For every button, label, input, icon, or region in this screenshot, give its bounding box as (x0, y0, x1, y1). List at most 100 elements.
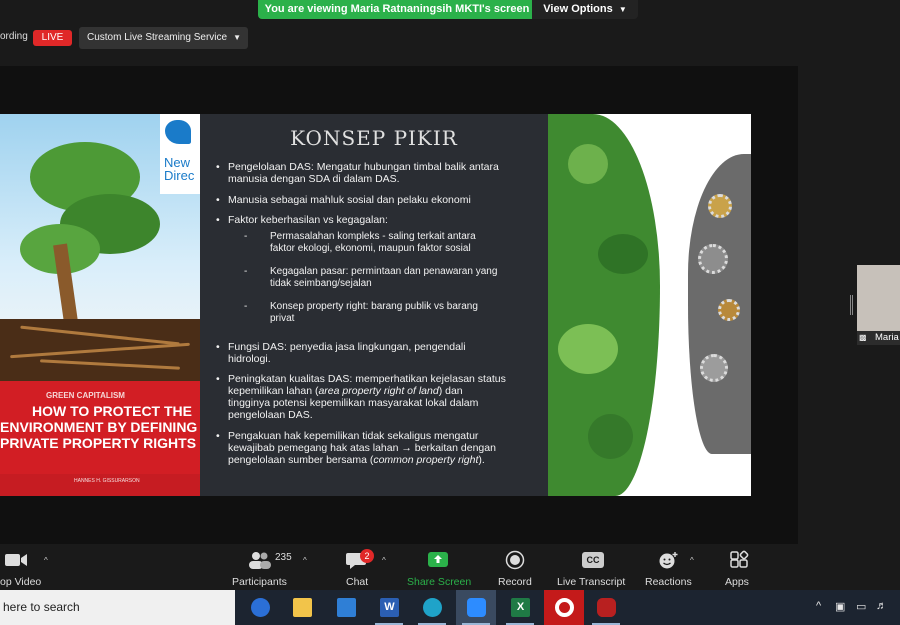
presentation-slide: New Direc GREEN CAPITALISM HOW TO PROTEC… (0, 114, 751, 496)
shared-screen: New Direc GREEN CAPITALISM HOW TO PROTEC… (0, 66, 798, 544)
bullet-text: pengelolaan sumber bersama ( (228, 454, 374, 466)
chevron-up-icon[interactable]: ^ (690, 556, 694, 565)
slide-bullet: • Peningkatan kualitas DAS: memperhatikan… (216, 373, 506, 385)
share-screen-label: Share Screen (407, 576, 472, 588)
taskbar-app-red[interactable] (586, 590, 626, 625)
bullet-text: Fungsi DAS: penyedia jasa lingkungan, pe… (228, 341, 466, 353)
taskbar-mail[interactable] (326, 590, 366, 625)
taskbar-search-box[interactable]: here to search (0, 590, 235, 625)
slide-title: KONSEP PIKIR (290, 126, 458, 150)
book-ground (0, 319, 200, 381)
taskbar-zoom[interactable] (456, 590, 496, 625)
network-icon[interactable]: ▣ (835, 600, 845, 613)
publisher-name: New Direc (164, 155, 195, 183)
bullet-text: Pengakuan hak kepemilikan tidak sekaligu… (228, 430, 479, 442)
live-stream-service-label: Custom Live Streaming Service (87, 32, 228, 43)
live-transcript-label: Live Transcript (557, 576, 626, 588)
participant-thumbnail[interactable]: ▩ Maria (857, 265, 900, 345)
taskbar-excel[interactable]: X (500, 590, 540, 625)
edge-icon (423, 598, 442, 617)
battery-icon[interactable]: ▭ (856, 600, 866, 613)
chevron-up-icon[interactable]: ^ (44, 556, 48, 565)
live-stream-service-dropdown[interactable]: Custom Live Streaming Service ▼ (79, 27, 248, 49)
gear-icon (698, 244, 728, 274)
bird-icon (165, 120, 191, 144)
subbullet-text: Konsep property right: barang publik vs … (270, 301, 478, 312)
participants-label: Participants (232, 576, 287, 588)
viewing-banner: You are viewing Maria Ratnaningsih MKTI'… (258, 0, 638, 19)
app-icon (597, 598, 616, 617)
chevron-up-icon[interactable]: ^ (382, 556, 386, 565)
live-badge[interactable]: LIVE (33, 30, 72, 46)
live-transcript-button[interactable]: CC Live Transcript (555, 548, 630, 588)
viewing-banner-text: You are viewing Maria Ratnaningsih MKTI'… (258, 0, 532, 19)
slide-bullet-cont: pengelolaan DAS. (228, 409, 313, 421)
leaf-spot (598, 234, 648, 274)
chat-button[interactable]: 2 ^ Chat (340, 548, 395, 588)
slide-bullet: • Faktor keberhasilan vs kegagalan: (216, 214, 388, 226)
root-line (20, 325, 180, 346)
bullet-text: Peningkatan kualitas DAS: memperhatikan … (228, 373, 506, 385)
participants-button[interactable]: 235 ^ Participants (230, 548, 315, 588)
word-icon: W (380, 598, 399, 617)
speaker-icon[interactable]: ♬ (876, 600, 887, 612)
view-options-button[interactable]: View Options ▼ (532, 0, 638, 19)
tray-chevron-up-icon[interactable]: ^ (816, 600, 821, 612)
gear-icon (700, 354, 728, 382)
taskbar-edge[interactable] (412, 590, 452, 625)
record-button[interactable]: Record (492, 548, 537, 588)
closed-caption-icon: CC (582, 552, 604, 568)
bullet-text: ) dan (438, 385, 463, 397)
chat-badge: 2 (360, 549, 374, 563)
taskbar-word[interactable]: W (369, 590, 409, 625)
book-cover-image: New Direc GREEN CAPITALISM HOW TO PROTEC… (0, 114, 200, 496)
root-line (40, 359, 180, 370)
taskbar-opera[interactable] (544, 590, 584, 625)
slide-bullet: • Pengelolaan DAS: Mengatur hubungan timb… (216, 161, 499, 173)
slide-subbullet-cont: privat (270, 313, 295, 324)
excel-icon: X (511, 598, 530, 617)
taskbar-file-explorer[interactable] (282, 590, 322, 625)
participants-icon (249, 552, 271, 569)
slide-subbullet: - Kegagalan pasar: permintaan dan penawar… (244, 266, 498, 277)
leaf-spot (588, 414, 633, 459)
stop-video-button[interactable]: ^ op Video (0, 548, 60, 588)
record-icon (505, 550, 525, 570)
recording-label: ording (0, 31, 28, 42)
participants-count: 235 (275, 552, 292, 563)
slide-subbullet: - Permasalahan kompleks - saling terkait … (244, 231, 476, 242)
slide-bullet: • Pengakuan hak kepemilikan tidak sekalig… (216, 430, 479, 442)
gear-icon (708, 194, 732, 218)
slide-subbullet-cont: faktor ekologi, ekonomi, maupun faktor s… (270, 243, 471, 254)
view-options-label: View Options (543, 3, 613, 15)
bullet-text: Manusia sebagai mahluk sosial dan pelaku… (228, 194, 471, 206)
folder-icon (293, 598, 312, 617)
caret-down-icon: ▼ (233, 33, 241, 42)
bird-app-icon (251, 598, 270, 617)
panel-resize-handle[interactable] (850, 295, 853, 315)
reactions-button[interactable]: ^ Reactions (642, 548, 702, 588)
slide-subbullet: - Konsep property right: barang publik vs… (244, 301, 478, 312)
slide-bullet-cont: kepemilikan lahan (area property right o… (228, 385, 463, 397)
taskbar-app-bird[interactable] (240, 590, 280, 625)
faces-illustration (548, 114, 751, 496)
apps-button[interactable]: Apps (722, 548, 757, 588)
record-label: Record (498, 576, 532, 588)
slide-bullet-cont: tingginya potensi kepemilikan masyarakat… (228, 397, 479, 409)
bullet-text: kepemilikan lahan ( (228, 385, 319, 397)
taskbar-search-placeholder: here to search (3, 600, 80, 614)
root-line (10, 342, 190, 359)
share-screen-icon (428, 552, 448, 567)
signal-bars-icon: ▩ (859, 333, 867, 342)
windows-taskbar: here to search W X ^ ▣ ▭ ♬ (0, 590, 900, 625)
chevron-up-icon[interactable]: ^ (303, 556, 307, 565)
share-screen-button[interactable]: Share Screen (405, 548, 472, 588)
slide-bullet-cont: hidrologi. (228, 353, 271, 365)
slide-text-panel: KONSEP PIKIR • Pengelolaan DAS: Mengatur … (200, 114, 548, 496)
subbullet-text: Kegagalan pasar: permintaan dan penawara… (270, 266, 498, 277)
zoom-icon (467, 598, 486, 617)
chat-label: Chat (346, 576, 369, 588)
book-title-line: HOW TO PROTECT THE (32, 403, 192, 419)
stop-video-label: op Video (0, 576, 42, 588)
apps-icon (730, 550, 749, 568)
